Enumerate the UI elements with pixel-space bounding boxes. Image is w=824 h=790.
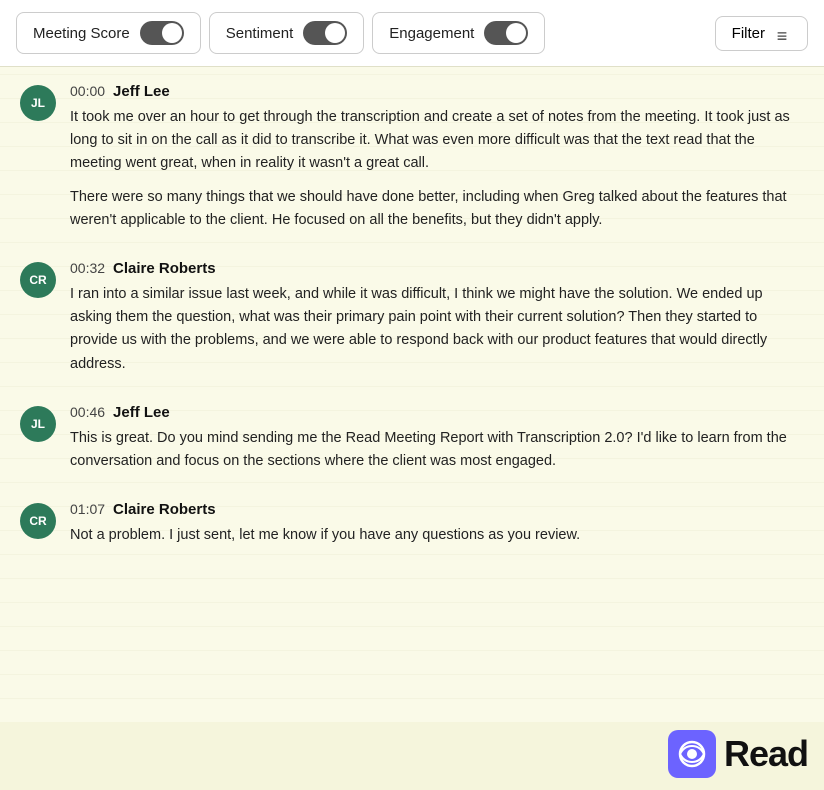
meeting-score-label: Meeting Score bbox=[33, 25, 130, 42]
sentiment-toggle[interactable] bbox=[303, 21, 347, 45]
message-text: It took me over an hour to get through t… bbox=[70, 106, 804, 176]
filter-label: Filter bbox=[732, 25, 765, 42]
meeting-score-toggle[interactable] bbox=[140, 21, 184, 45]
branding-area: Read bbox=[0, 722, 824, 790]
message-block: JL 00:00 Jeff Lee It took me over an hour t… bbox=[20, 83, 804, 232]
message-header: 00:00 Jeff Lee bbox=[70, 83, 804, 100]
message-block: CR 01:07 Claire Roberts Not a problem. I ju… bbox=[20, 501, 804, 547]
avatar: CR bbox=[20, 262, 56, 298]
speaker-name: Jeff Lee bbox=[113, 83, 170, 100]
message-text: Not a problem. I just sent, let me know … bbox=[70, 524, 804, 547]
sentiment-toggle-group: Sentiment bbox=[209, 12, 365, 54]
speaker-name: Claire Roberts bbox=[113, 260, 216, 277]
transcript-area: JL 00:00 Jeff Lee It took me over an hour t… bbox=[0, 67, 824, 722]
message-text: I ran into a similar issue last week, an… bbox=[70, 283, 804, 376]
speaker-name: Claire Roberts bbox=[113, 501, 216, 518]
message-content: 00:00 Jeff Lee It took me over an hour to … bbox=[70, 83, 804, 232]
sentiment-label: Sentiment bbox=[226, 25, 294, 42]
message-header: 00:32 Claire Roberts bbox=[70, 260, 804, 277]
read-logo-text: Read bbox=[724, 733, 808, 775]
message-block: CR 00:32 Claire Roberts I ran into a simila… bbox=[20, 260, 804, 376]
engagement-label: Engagement bbox=[389, 25, 474, 42]
avatar: JL bbox=[20, 406, 56, 442]
meeting-score-toggle-group: Meeting Score bbox=[16, 12, 201, 54]
avatar: JL bbox=[20, 85, 56, 121]
message-content: 00:32 Claire Roberts I ran into a similar … bbox=[70, 260, 804, 376]
toolbar: Meeting Score Sentiment Engagement Filte… bbox=[0, 0, 824, 67]
avatar: CR bbox=[20, 503, 56, 539]
filter-button[interactable]: Filter bbox=[715, 16, 808, 51]
timestamp: 00:46 bbox=[70, 404, 105, 420]
engagement-toggle[interactable] bbox=[484, 21, 528, 45]
engagement-toggle-group: Engagement bbox=[372, 12, 545, 54]
speaker-name: Jeff Lee bbox=[113, 404, 170, 421]
message-text: This is great. Do you mind sending me th… bbox=[70, 427, 804, 473]
timestamp: 00:00 bbox=[70, 83, 105, 99]
timestamp: 01:07 bbox=[70, 501, 105, 517]
message-content: 00:46 Jeff Lee This is great. Do you mind … bbox=[70, 404, 804, 473]
timestamp: 00:32 bbox=[70, 260, 105, 276]
message-text: There were so many things that we should… bbox=[70, 186, 804, 232]
message-header: 01:07 Claire Roberts bbox=[70, 501, 804, 518]
filter-icon bbox=[773, 26, 791, 40]
message-content: 01:07 Claire Roberts Not a problem. I just… bbox=[70, 501, 804, 547]
read-logo-icon bbox=[668, 730, 716, 778]
message-header: 00:46 Jeff Lee bbox=[70, 404, 804, 421]
message-block: JL 00:46 Jeff Lee This is great. Do you min… bbox=[20, 404, 804, 473]
